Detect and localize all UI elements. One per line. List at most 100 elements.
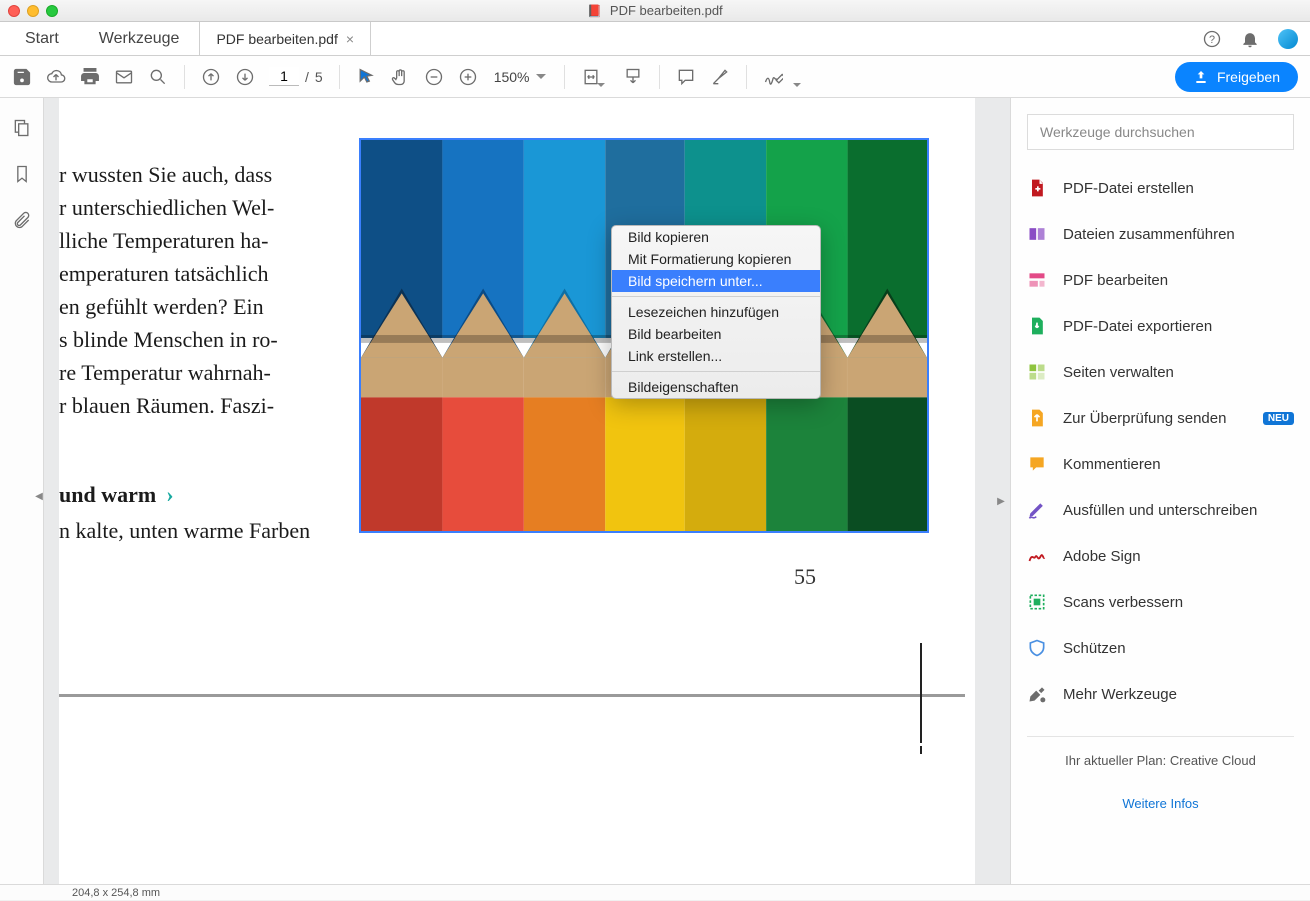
chevron-down-icon [536,74,546,79]
tool-item-label: Ausfüllen und unterschreiben [1063,502,1257,519]
zoom-window-icon[interactable] [46,5,58,17]
page-sep: / [305,69,309,85]
tool-item-label: PDF bearbeiten [1063,272,1168,289]
share-button[interactable]: Freigeben [1175,62,1298,92]
close-tab-icon[interactable]: × [346,31,354,47]
thumbnails-icon[interactable] [12,118,32,138]
collapse-right-icon[interactable]: ▶ [996,493,1006,509]
svg-text:?: ? [1209,34,1215,46]
save-icon[interactable] [12,67,32,87]
page-number-label: 55 [794,564,816,590]
adobe-sign-icon [1027,546,1047,566]
bell-icon[interactable] [1240,29,1260,49]
tool-item[interactable]: Ausfüllen und unterschreiben [1027,490,1294,530]
fill-sign-icon [1027,500,1047,520]
page-break-line [59,694,965,697]
user-avatar[interactable] [1278,29,1298,49]
zoom-in-icon[interactable] [458,67,478,87]
context-menu-item[interactable]: Lesezeichen hinzufügen [612,301,820,323]
context-menu-item[interactable]: Mit Formatierung kopieren [612,248,820,270]
attachment-icon[interactable] [12,210,32,230]
tool-item-label: Mehr Werkzeuge [1063,686,1177,703]
tool-item[interactable]: Schützen [1027,628,1294,668]
tool-item[interactable]: PDF-Datei erstellen [1027,168,1294,208]
tool-item[interactable]: Adobe Sign [1027,536,1294,576]
tab-tools[interactable]: Werkzeuge [79,22,200,55]
tool-item[interactable]: Kommentieren [1027,444,1294,484]
page-paragraph: r wussten Sie auch, dassr unterschiedlic… [59,158,278,422]
crop-mark [920,746,922,754]
plan-label: Ihr aktueller Plan: Creative Cloud [1027,753,1294,768]
page-subline: n kalte, unten warme Farben [59,514,310,547]
tool-item-label: Seiten verwalten [1063,364,1174,381]
tool-item[interactable]: Dateien zusammenführen [1027,214,1294,254]
page-view-icon[interactable] [623,67,643,87]
image-context-menu: Bild kopierenMit Formatierung kopierenBi… [611,225,821,399]
edit-pdf-icon [1027,270,1047,290]
search-icon[interactable] [148,67,168,87]
pdf-file-icon: 📕 [587,4,602,18]
context-menu-item[interactable]: Link erstellen... [612,345,820,367]
enhance-scan-icon [1027,592,1047,612]
page-number-input[interactable] [269,67,299,86]
zoom-out-icon[interactable] [424,67,444,87]
zoom-value: 150% [494,69,530,85]
document-viewport[interactable]: r wussten Sie auch, dassr unterschiedlic… [44,98,1010,884]
context-menu-item[interactable]: Bild speichern unter... [612,270,820,292]
tools-search-input[interactable]: Werkzeuge durchsuchen [1027,114,1294,150]
tool-item-label: Schützen [1063,640,1126,657]
tool-item[interactable]: Scans verbessern [1027,582,1294,622]
highlight-icon[interactable] [710,67,730,87]
share-label: Freigeben [1217,69,1280,85]
tab-home[interactable]: Start [5,22,79,55]
chevron-down-icon[interactable] [597,83,605,87]
chevron-right-icon: › [166,478,173,511]
window-titlebar: 📕 PDF bearbeiten.pdf [0,0,1310,22]
tool-item[interactable]: PDF bearbeiten [1027,260,1294,300]
help-icon[interactable]: ? [1202,29,1222,49]
window-title: 📕 PDF bearbeiten.pdf [0,0,1310,22]
tools-panel: Werkzeuge durchsuchen PDF-Datei erstelle… [1010,98,1310,884]
tool-item[interactable]: Zur Überprüfung sendenNEU [1027,398,1294,438]
tab-document-label: PDF bearbeiten.pdf [216,31,337,47]
chevron-down-icon[interactable] [793,83,801,87]
context-menu-item[interactable]: Bildeigenschaften [612,376,820,398]
comment-icon [1027,454,1047,474]
page-indicator: / 5 [269,67,323,86]
tab-document[interactable]: PDF bearbeiten.pdf × [199,22,371,55]
context-menu-item[interactable]: Bild kopieren [612,226,820,248]
print-icon[interactable] [80,67,100,87]
nav-rail: ◀ [0,98,44,884]
export-pdf-icon [1027,316,1047,336]
tool-item-label: PDF-Datei exportieren [1063,318,1212,335]
bookmark-icon[interactable] [12,164,32,184]
collapse-left-icon[interactable]: ◀ [34,488,44,504]
tool-item-label: Kommentieren [1063,456,1161,473]
cloud-upload-icon[interactable] [46,67,66,87]
comment-icon[interactable] [676,67,696,87]
page-down-icon[interactable] [235,67,255,87]
zoom-select[interactable]: 150% [492,67,548,87]
sign-icon[interactable] [763,67,783,87]
status-bar: 204,8 x 254,8 mm [0,884,1310,900]
mail-icon[interactable] [114,67,134,87]
close-window-icon[interactable] [8,5,20,17]
window-controls [8,5,58,17]
context-menu-item[interactable]: Bild bearbeiten [612,323,820,345]
tool-item[interactable]: PDF-Datei exportieren [1027,306,1294,346]
tool-item-label: PDF-Datei erstellen [1063,180,1194,197]
main-toolbar: / 5 150% Freigeben [0,56,1310,98]
tool-item[interactable]: Seiten verwalten [1027,352,1294,392]
organize-icon [1027,362,1047,382]
combine-icon [1027,224,1047,244]
protect-icon [1027,638,1047,658]
hand-icon[interactable] [390,67,410,87]
page-up-icon[interactable] [201,67,221,87]
pointer-icon[interactable] [356,67,376,87]
tool-item[interactable]: Mehr Werkzeuge [1027,674,1294,714]
tool-item-label: Zur Überprüfung senden [1063,410,1226,427]
pdf-page: r wussten Sie auch, dassr unterschiedlic… [59,98,975,884]
more-info-link[interactable]: Weitere Infos [1027,796,1294,811]
minimize-window-icon[interactable] [27,5,39,17]
page-dimensions: 204,8 x 254,8 mm [72,887,160,899]
